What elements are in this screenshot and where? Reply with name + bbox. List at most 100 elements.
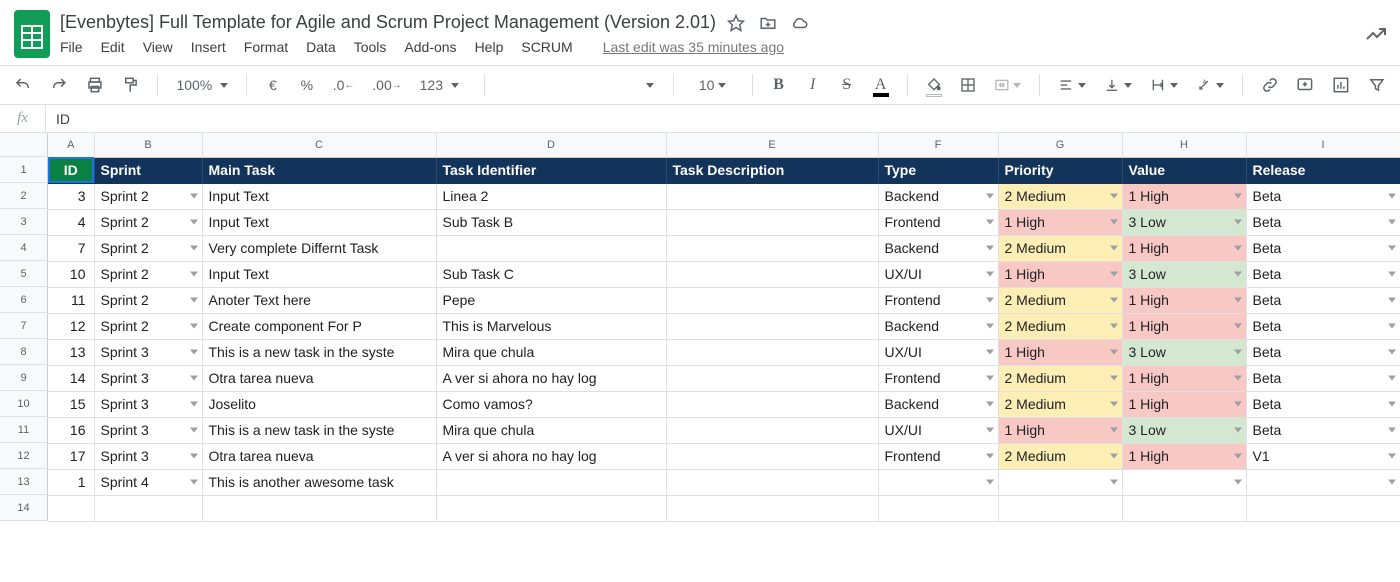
dropdown-caret-icon[interactable] (1234, 454, 1242, 459)
cell-sprint[interactable]: Sprint 3 (94, 365, 202, 391)
cell-task-description[interactable] (666, 261, 878, 287)
dropdown-caret-icon[interactable] (1110, 298, 1118, 303)
cell-main-task[interactable]: Very complete Differnt Task (202, 235, 436, 261)
menu-edit[interactable]: Edit (101, 39, 125, 55)
header-id[interactable]: ID (48, 157, 94, 183)
cell-main-task[interactable]: Otra tarea nueva (202, 365, 436, 391)
dropdown-caret-icon[interactable] (1388, 454, 1396, 459)
dropdown-caret-icon[interactable] (190, 454, 198, 459)
format-currency-button[interactable]: € (261, 72, 285, 98)
column-header-B[interactable]: B (94, 133, 202, 157)
empty-cell[interactable] (1122, 495, 1246, 521)
dropdown-caret-icon[interactable] (1110, 272, 1118, 277)
dropdown-caret-icon[interactable] (1234, 298, 1242, 303)
dropdown-caret-icon[interactable] (986, 480, 994, 485)
dropdown-caret-icon[interactable] (1388, 220, 1396, 225)
dropdown-caret-icon[interactable] (190, 480, 198, 485)
vertical-align-button[interactable] (1100, 72, 1136, 98)
dropdown-caret-icon[interactable] (190, 402, 198, 407)
dropdown-caret-icon[interactable] (1388, 194, 1396, 199)
cell-value[interactable]: 1 High (1122, 313, 1246, 339)
cell-task-description[interactable] (666, 417, 878, 443)
dropdown-caret-icon[interactable] (986, 350, 994, 355)
dropdown-caret-icon[interactable] (986, 220, 994, 225)
empty-cell[interactable] (998, 495, 1122, 521)
cell-task-description[interactable] (666, 209, 878, 235)
last-edit-link[interactable]: Last edit was 35 minutes ago (603, 39, 784, 55)
font-family-dropdown[interactable] (499, 72, 659, 98)
dropdown-caret-icon[interactable] (1388, 428, 1396, 433)
row-header[interactable]: 11 (0, 417, 48, 443)
cell-main-task[interactable]: Input Text (202, 183, 436, 209)
row-header[interactable]: 9 (0, 365, 48, 391)
row-header[interactable]: 2 (0, 183, 48, 209)
cell-release[interactable]: Beta (1246, 313, 1400, 339)
cell-value[interactable]: 3 Low (1122, 209, 1246, 235)
font-size-dropdown[interactable]: 10 (688, 72, 738, 98)
row-header[interactable]: 5 (0, 261, 48, 287)
dropdown-caret-icon[interactable] (1234, 272, 1242, 277)
column-header-C[interactable]: C (202, 133, 436, 157)
dropdown-caret-icon[interactable] (1110, 220, 1118, 225)
dropdown-caret-icon[interactable] (1234, 480, 1242, 485)
header-priority[interactable]: Priority (998, 157, 1122, 183)
cell-priority[interactable]: 2 Medium (998, 365, 1122, 391)
cell-type[interactable]: Backend (878, 391, 998, 417)
redo-button[interactable] (46, 72, 72, 98)
cell-main-task[interactable]: Joselito (202, 391, 436, 417)
cell-release[interactable]: Beta (1246, 365, 1400, 391)
dropdown-caret-icon[interactable] (1234, 194, 1242, 199)
header-release[interactable]: Release (1246, 157, 1400, 183)
cell-main-task[interactable]: Otra tarea nueva (202, 443, 436, 469)
paint-format-button[interactable] (118, 72, 144, 98)
cell-sprint[interactable]: Sprint 3 (94, 417, 202, 443)
cell-task-description[interactable] (666, 235, 878, 261)
row-header[interactable]: 10 (0, 391, 48, 417)
header-task-identifier[interactable]: Task Identifier (436, 157, 666, 183)
dropdown-caret-icon[interactable] (1388, 480, 1396, 485)
cell-type[interactable]: Frontend (878, 287, 998, 313)
cell-task-identifier[interactable]: Como vamos? (436, 391, 666, 417)
cloud-status-icon[interactable] (790, 13, 810, 33)
dropdown-caret-icon[interactable] (190, 350, 198, 355)
cell-release[interactable]: Beta (1246, 391, 1400, 417)
dropdown-caret-icon[interactable] (1388, 376, 1396, 381)
dropdown-caret-icon[interactable] (190, 194, 198, 199)
cell-release[interactable]: Beta (1246, 287, 1400, 313)
dropdown-caret-icon[interactable] (190, 428, 198, 433)
dropdown-caret-icon[interactable] (986, 246, 994, 251)
empty-cell[interactable] (436, 495, 666, 521)
cell-type[interactable]: UX/UI (878, 261, 998, 287)
menu-file[interactable]: File (60, 39, 83, 55)
cell-priority[interactable]: 1 High (998, 417, 1122, 443)
move-to-folder-icon[interactable] (758, 13, 778, 33)
cell-value[interactable]: 3 Low (1122, 417, 1246, 443)
cell-value[interactable]: 1 High (1122, 391, 1246, 417)
document-title[interactable]: [Evenbytes] Full Template for Agile and … (60, 12, 716, 33)
menu-help[interactable]: Help (475, 39, 504, 55)
text-color-button[interactable]: A (869, 72, 893, 98)
cell-task-description[interactable] (666, 313, 878, 339)
dropdown-caret-icon[interactable] (190, 220, 198, 225)
dropdown-caret-icon[interactable] (986, 402, 994, 407)
dropdown-caret-icon[interactable] (986, 298, 994, 303)
print-button[interactable] (82, 72, 108, 98)
cell-release[interactable]: Beta (1246, 209, 1400, 235)
cell-id[interactable]: 4 (48, 209, 94, 235)
dropdown-caret-icon[interactable] (1388, 298, 1396, 303)
row-header[interactable]: 7 (0, 313, 48, 339)
cell-priority[interactable]: 1 High (998, 339, 1122, 365)
dropdown-caret-icon[interactable] (1234, 324, 1242, 329)
dropdown-caret-icon[interactable] (1110, 376, 1118, 381)
dropdown-caret-icon[interactable] (1110, 246, 1118, 251)
dropdown-caret-icon[interactable] (986, 454, 994, 459)
dropdown-caret-icon[interactable] (190, 376, 198, 381)
column-header-A[interactable]: A (48, 133, 94, 157)
row-header[interactable]: 8 (0, 339, 48, 365)
empty-cell[interactable] (202, 495, 436, 521)
dropdown-caret-icon[interactable] (1234, 428, 1242, 433)
number-format-dropdown[interactable]: 123 (416, 72, 470, 98)
cell-value[interactable]: 1 High (1122, 235, 1246, 261)
menu-add-ons[interactable]: Add-ons (404, 39, 456, 55)
cell-priority[interactable]: 1 High (998, 209, 1122, 235)
